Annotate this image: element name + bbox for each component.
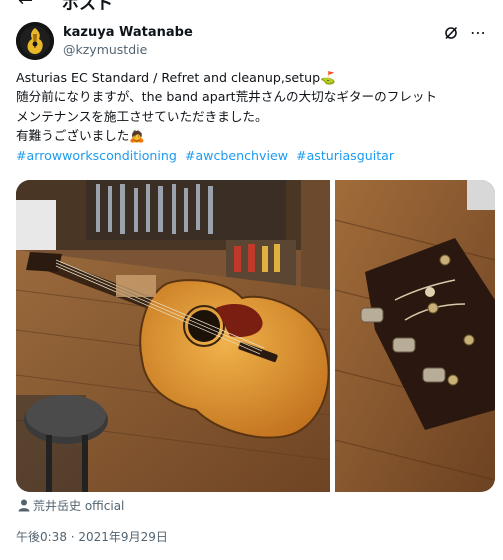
tweet-line-2: 随分前になりますが、the band apart荒井さんの大切なギターのフレット <box>16 89 438 105</box>
tweet-line-1: Asturias EC Standard / Refret and cleanu… <box>16 70 336 85</box>
photo-guitar-workbench[interactable] <box>16 180 330 492</box>
more-options-icon[interactable]: ⋯ <box>470 23 486 42</box>
hashtag-row: #arrowworksconditioning #awcbenchview #a… <box>16 146 492 165</box>
grok-icon[interactable] <box>444 26 458 40</box>
tweet-line-4: 有難うございました🙇 <box>16 128 146 144</box>
tagged-user-name: 荒井岳史 official <box>33 499 125 513</box>
tweet-body: Asturias EC Standard / Refret and cleanu… <box>16 68 492 165</box>
hashtag-link[interactable]: #arrowworksconditioning <box>16 148 177 163</box>
post-timestamp[interactable]: 午後0:38 · 2021年9月29日 <box>16 528 168 545</box>
display-name[interactable]: kazuya Watanabe <box>63 24 193 41</box>
back-arrow-icon[interactable]: ← <box>18 0 33 11</box>
author-names: kazuya Watanabe @kzymustdie <box>63 24 193 58</box>
page-title: ポスト <box>62 0 113 12</box>
person-icon <box>18 499 30 512</box>
avatar[interactable] <box>16 22 54 60</box>
top-bar: ← ポスト <box>0 0 503 12</box>
media-grid <box>16 180 495 492</box>
photo-guitar-headstock[interactable] <box>335 180 495 492</box>
flag-emoji: ⛳ <box>320 70 336 85</box>
hashtag-link[interactable]: #awcbenchview <box>185 148 288 163</box>
user-handle[interactable]: @kzymustdie <box>63 41 193 58</box>
tweet-line-3: メンテナンスを施工させていただきました。 <box>16 108 268 124</box>
hashtag-link[interactable]: #asturiasguitar <box>296 148 394 163</box>
bow-emoji: 🙇 <box>129 128 146 144</box>
tweet-header: kazuya Watanabe @kzymustdie ⋯ <box>16 22 486 62</box>
tagged-user[interactable]: 荒井岳史 official <box>18 497 124 514</box>
